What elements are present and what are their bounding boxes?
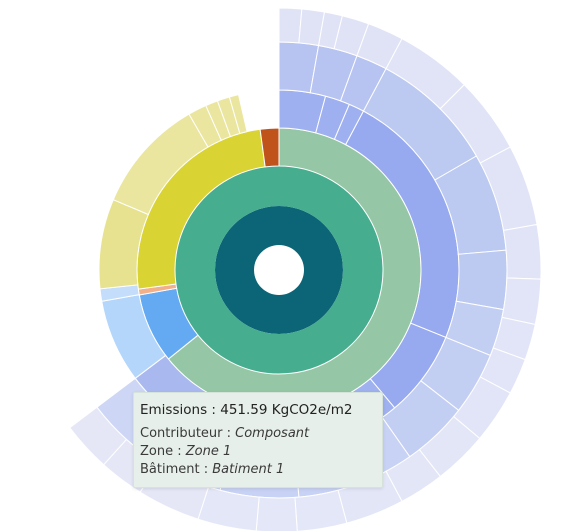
tooltip-row-key: Bâtiment xyxy=(140,462,200,477)
outer-ring-segment[interactable] xyxy=(502,223,542,280)
chart-tooltip: Emissions : 451.59 KgCO2e/m2 Contributeu… xyxy=(133,392,383,488)
tooltip-row-value: Composant xyxy=(235,426,310,441)
tooltip-title: Emissions : 451.59 KgCO2e/m2 xyxy=(140,402,353,418)
outer-ring-segment[interactable] xyxy=(501,277,542,326)
tooltip-row-value: Batiment 1 xyxy=(212,462,285,477)
outer-ring-segment[interactable] xyxy=(278,7,303,44)
tooltip-row-key: Contributeur xyxy=(140,426,223,441)
tooltip-row-batiment: Bâtiment : Batiment 1 xyxy=(140,462,285,477)
tooltip-row-value: Zone 1 xyxy=(185,444,232,459)
tooltip-title-value: 451.59 KgCO2e/m2 xyxy=(220,402,353,418)
outer-ring-segment[interactable] xyxy=(294,489,348,531)
sunburst-segment-1-1[interactable] xyxy=(215,206,343,334)
outer-ring-segment[interactable] xyxy=(455,249,508,311)
tooltip-row-contributeur: Contributeur : Composant xyxy=(140,426,310,441)
tooltip-title-label: Emissions xyxy=(140,402,208,418)
outer-ring-segment[interactable] xyxy=(255,496,298,531)
sunburst-segment-2-1[interactable] xyxy=(175,166,383,374)
tooltip-row-zone: Zone : Zone 1 xyxy=(140,444,232,459)
tooltip-row-key: Zone xyxy=(140,444,174,459)
